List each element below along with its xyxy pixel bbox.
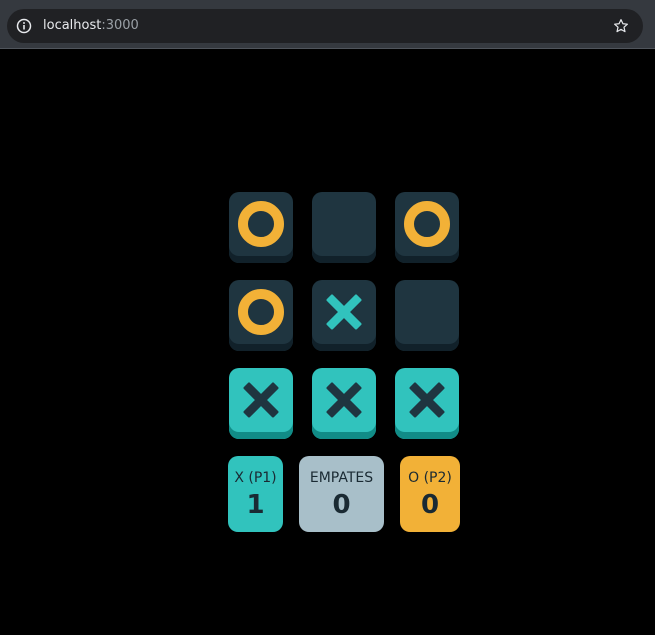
board-cell-1[interactable]: [229, 192, 293, 263]
browser-toolbar: localhost:3000: [0, 0, 655, 49]
o-mark-icon: [238, 201, 284, 247]
score-o-value: 0: [420, 490, 440, 520]
board-cell-9[interactable]: [395, 368, 459, 439]
address-bar[interactable]: localhost:3000: [7, 9, 643, 43]
board-cell-7[interactable]: [229, 368, 293, 439]
url-host: localhost: [43, 18, 102, 33]
x-mark-icon: [326, 382, 362, 418]
board-cell-6[interactable]: [395, 280, 459, 351]
page-viewport: X (P1) 1 EMPATES 0 O (P2) 0: [0, 50, 655, 635]
score-o-label: O (P2): [408, 470, 452, 486]
url-port: :3000: [101, 18, 139, 33]
x-mark-icon: [326, 294, 362, 330]
x-mark-icon: [409, 382, 445, 418]
score-o-player2: O (P2) 0: [400, 456, 460, 532]
x-mark-icon: [243, 382, 279, 418]
board-cell-8[interactable]: [312, 368, 376, 439]
score-x-player1: X (P1) 1: [228, 456, 283, 532]
board-cell-2[interactable]: [312, 192, 376, 263]
info-icon[interactable]: [16, 18, 32, 34]
o-mark-icon: [238, 289, 284, 335]
score-ties-label: EMPATES: [309, 470, 374, 486]
score-x-value: 1: [246, 490, 265, 520]
score-ties: EMPATES 0: [299, 456, 384, 532]
url-text[interactable]: localhost:3000: [43, 17, 139, 35]
bookmark-star-icon[interactable]: [612, 17, 630, 35]
board-cell-3[interactable]: [395, 192, 459, 263]
score-x-label: X (P1): [234, 470, 277, 486]
o-mark-icon: [404, 201, 450, 247]
board-cell-5[interactable]: [312, 280, 376, 351]
board-cell-4[interactable]: [229, 280, 293, 351]
score-ties-value: 0: [332, 490, 351, 520]
